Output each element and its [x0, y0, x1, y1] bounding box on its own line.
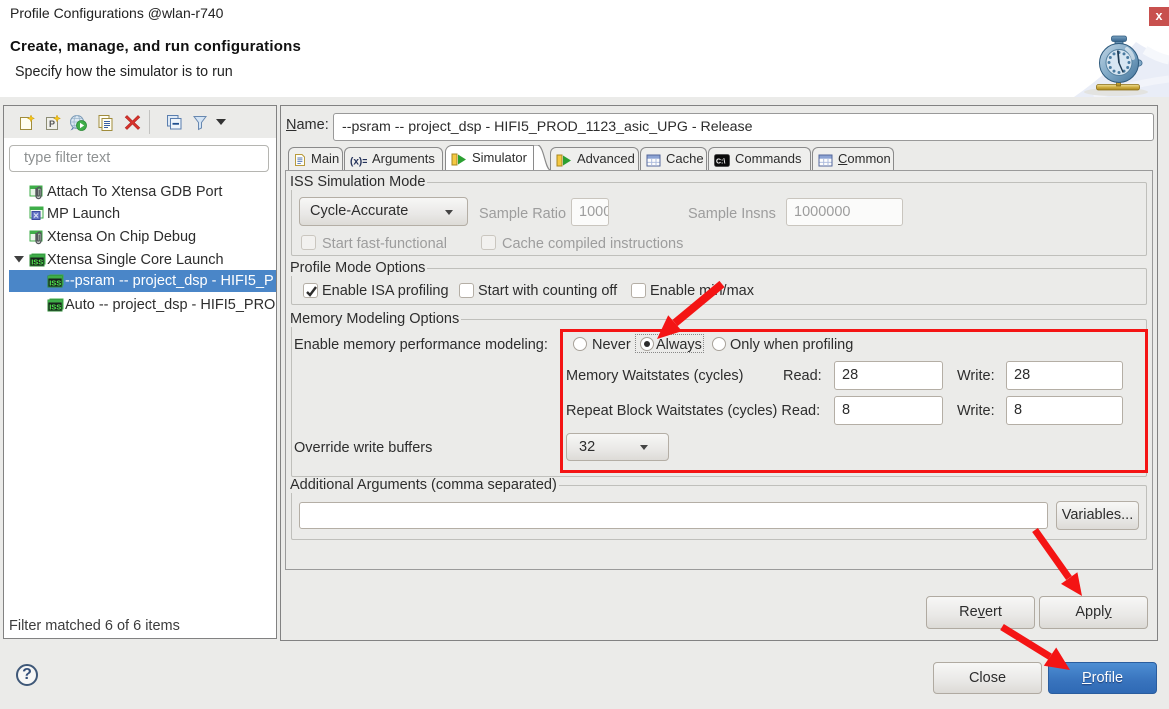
svg-text:ISS: ISS: [49, 303, 61, 312]
svg-text:ISS: ISS: [31, 258, 43, 267]
svg-text:(x)=: (x)=: [350, 157, 367, 168]
svg-text:C:\: C:\: [716, 159, 725, 166]
svg-text:ISS: ISS: [49, 279, 61, 288]
svg-text:P: P: [49, 119, 55, 129]
